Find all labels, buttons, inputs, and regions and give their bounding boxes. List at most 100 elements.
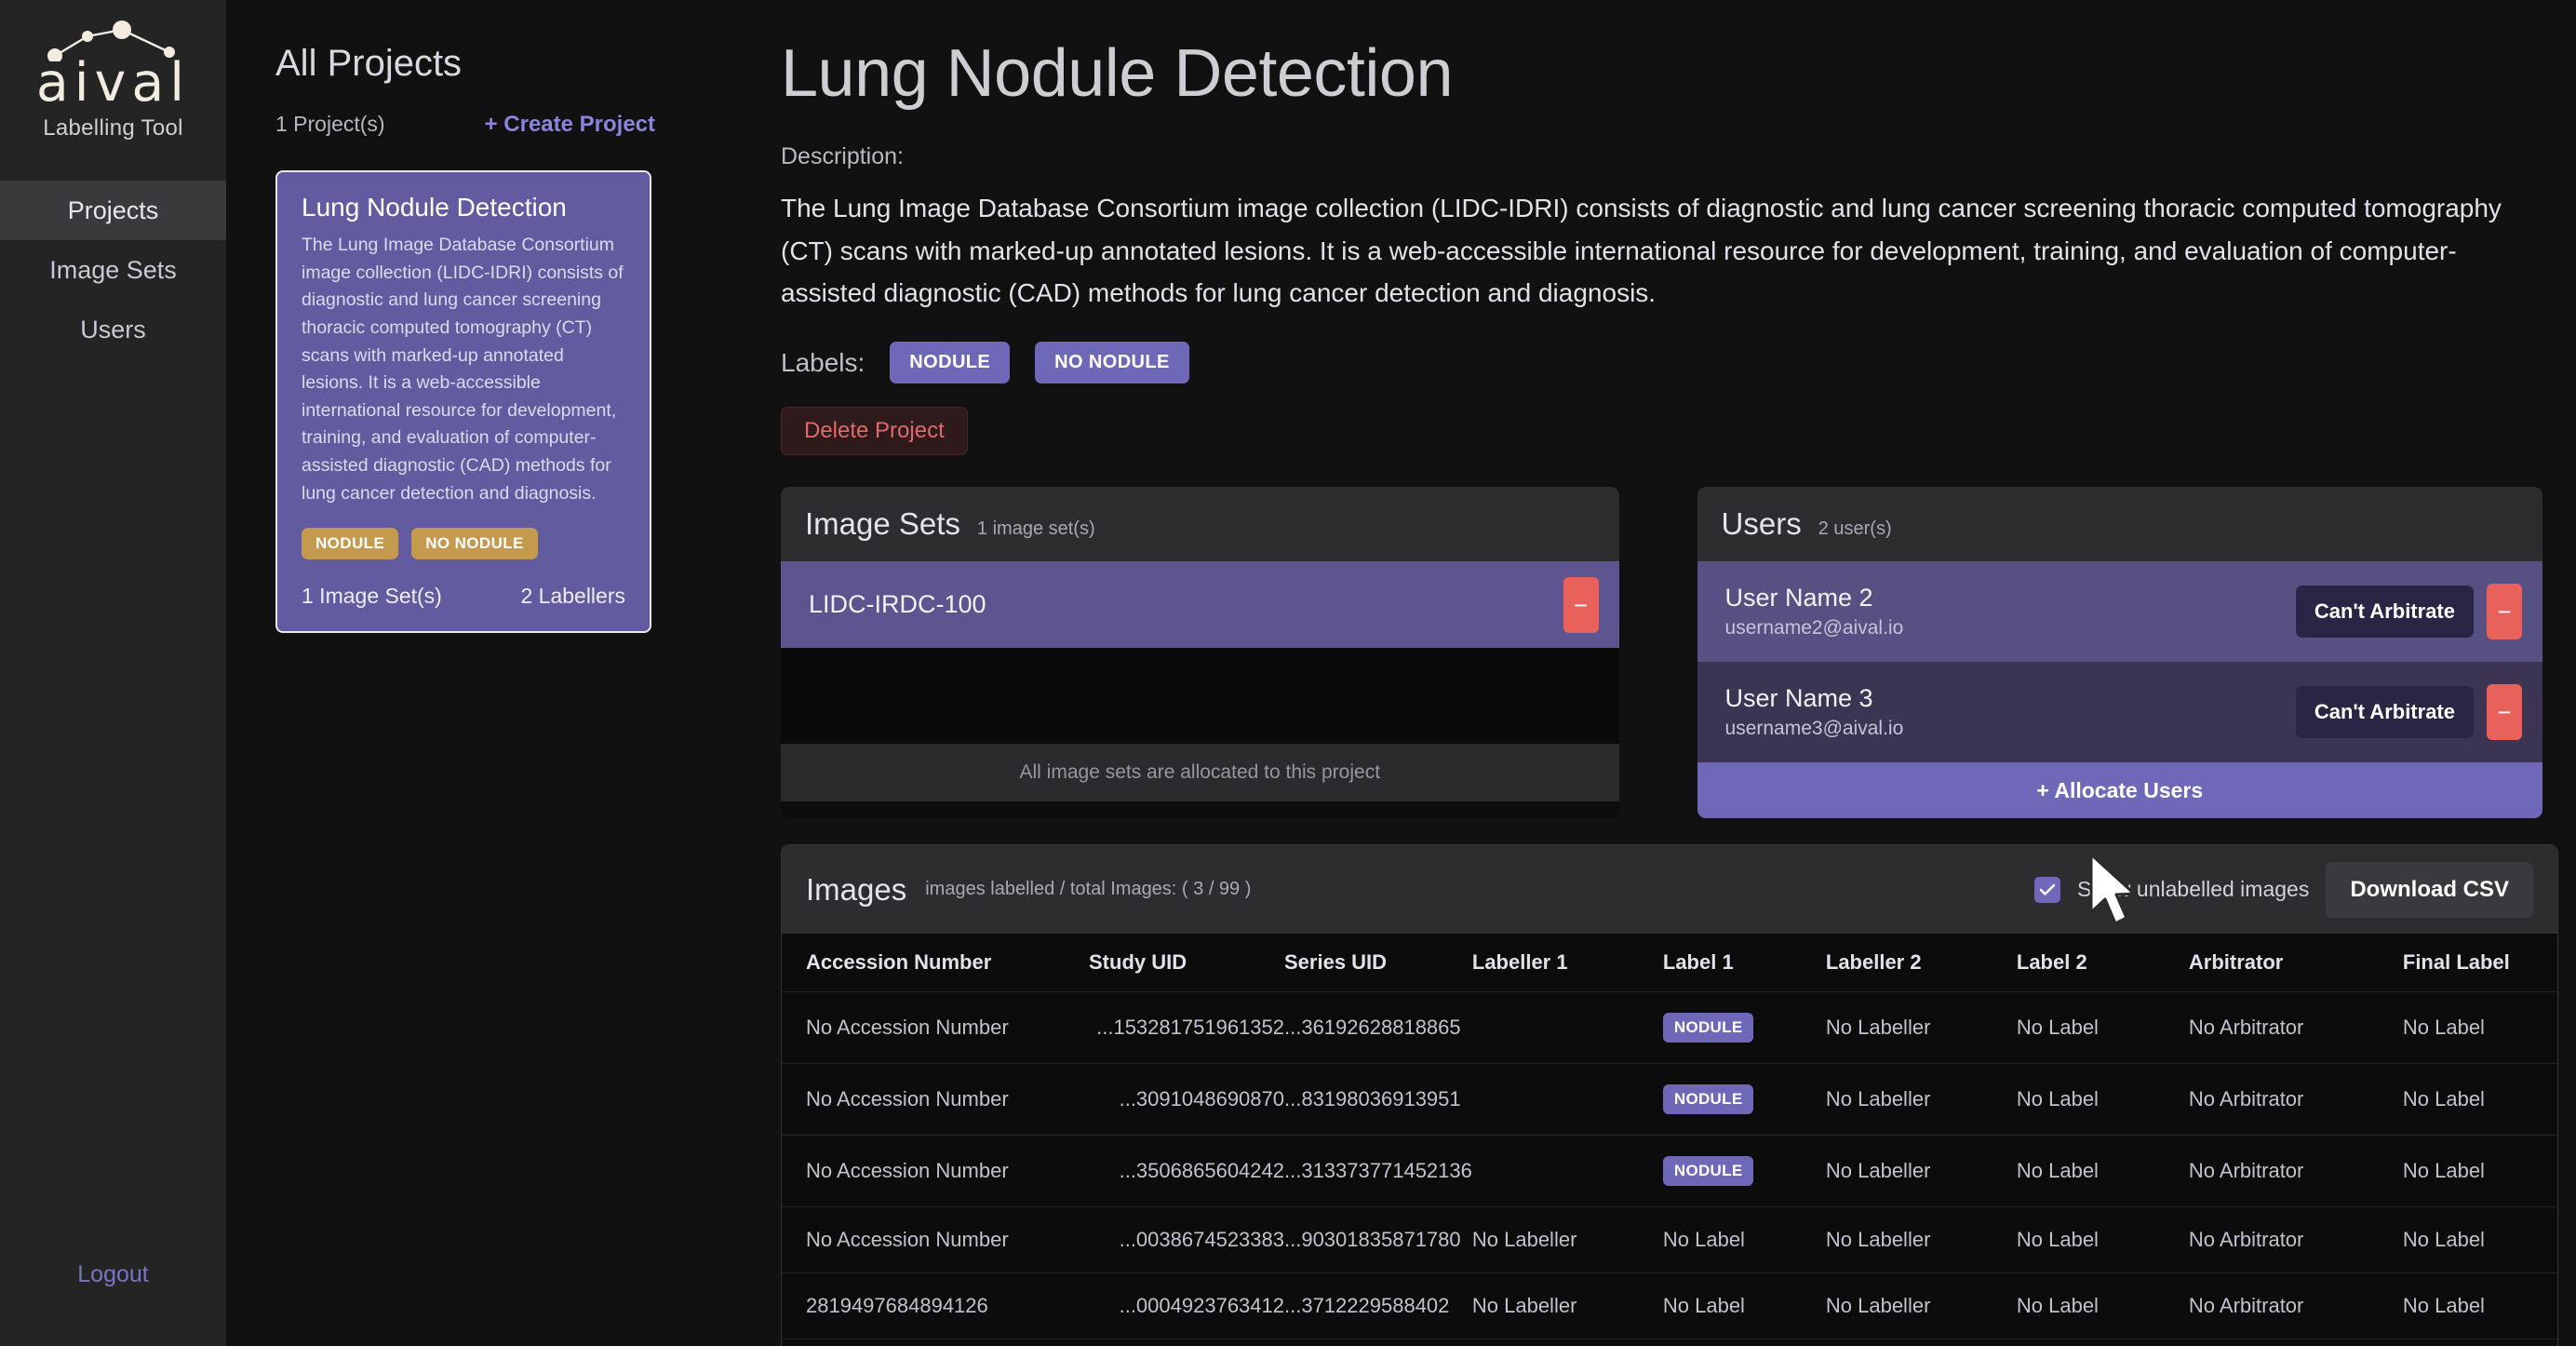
image-sets-panel-title: Image Sets	[805, 506, 960, 542]
column-study-uid[interactable]: Study UID	[1089, 934, 1284, 992]
cell-final-label: No Label	[2402, 991, 2557, 1064]
table-row[interactable]: No Accession Number ...0038674523383 ...…	[782, 1206, 2557, 1273]
label-chip-no-nodule[interactable]: NO NODULE	[1035, 342, 1189, 384]
arbitrate-toggle-button[interactable]: Can't Arbitrate	[2295, 586, 2474, 639]
image-sets-empty-area	[781, 648, 1619, 745]
project-card-description: The Lung Image Database Consortium image…	[302, 235, 624, 504]
delete-project-button[interactable]: Delete Project	[781, 407, 968, 456]
image-set-row[interactable]: LIDC-IRDC-100 −	[781, 561, 1619, 649]
column-label-2[interactable]: Label 2	[2016, 934, 2189, 992]
cell-final-label: No Label	[2402, 1206, 2557, 1273]
cell-series-uid: ...90301835871780	[1284, 1206, 1472, 1273]
table-row[interactable]: 2819497684894126 ...0004923763412 ...371…	[782, 1272, 2557, 1339]
cell-series-uid: ...36192628818865	[1284, 991, 1472, 1064]
images-header-controls: Show unlabelled images Download CSV	[2034, 861, 2533, 918]
cell-final-label: No Label	[2402, 1063, 2557, 1136]
cell-final-label: No Label	[2402, 1272, 2557, 1339]
cell-series-uid: ...83198036913951	[1284, 1063, 1472, 1136]
user-email: username2@aival.io	[1724, 617, 1904, 639]
user-actions: Can't Arbitrate −	[2295, 684, 2522, 741]
label-chip-nodule[interactable]: NODULE	[890, 342, 1011, 384]
logo-wordmark: aival	[35, 52, 191, 114]
images-panel: Images images labelled / total Images: (…	[781, 844, 2558, 1346]
image-sets-panel: Image Sets 1 image set(s) LIDC-IRDC-100 …	[781, 487, 1619, 819]
cell-label-1: No Label	[1662, 1206, 1826, 1273]
cell-labeller-1: No Labeller	[1471, 1206, 1663, 1273]
arbitrate-toggle-button[interactable]: Can't Arbitrate	[2295, 686, 2474, 739]
image-set-name: LIDC-IRDC-100	[809, 590, 986, 619]
cell-label-1: No Label	[1662, 1272, 1826, 1339]
remove-user-button[interactable]: −	[2487, 584, 2522, 640]
page-title: All Projects	[275, 43, 463, 84]
app-root: aival Labelling Tool Projects Image Sets…	[0, 0, 2576, 1346]
images-table: Accession Number Study UID Series UID La…	[782, 934, 2557, 1346]
column-label-1[interactable]: Label 1	[1662, 934, 1826, 992]
cell-arbitrator: No Arbitrator	[2188, 1272, 2403, 1339]
cell-accession-number: 2819497684894126	[782, 1272, 1089, 1339]
user-email: username3@aival.io	[1724, 718, 1904, 740]
user-row[interactable]: User Name 3 username3@aival.io Can't Arb…	[1697, 662, 2542, 763]
column-labeller-2[interactable]: Labeller 2	[1825, 934, 2017, 992]
cell-series-uid: ...6575045076919	[1284, 1339, 1472, 1346]
labels-label: Labels:	[781, 347, 865, 377]
projects-meta: 1 Project(s) + Create Project	[275, 112, 710, 138]
sidebar-item-users[interactable]: Users	[0, 300, 226, 359]
users-panel-title: Users	[1721, 506, 1802, 542]
download-csv-button[interactable]: Download CSV	[2326, 861, 2533, 918]
cell-series-uid: ...3712229588402	[1284, 1272, 1472, 1339]
show-unlabelled-checkbox[interactable]	[2034, 876, 2060, 903]
images-table-body: No Accession Number ...153281751961352 .…	[782, 991, 2557, 1346]
project-card-imagesets-count: 1 Image Set(s)	[302, 584, 442, 609]
cell-label-1: NODULE	[1662, 991, 1826, 1064]
cell-accession-number: No Accession Number	[782, 1339, 1089, 1346]
cell-label-2: No Label	[2016, 991, 2189, 1064]
label-badge-nodule: NODULE	[302, 528, 399, 560]
remove-image-set-button[interactable]: −	[1563, 576, 1599, 633]
main-content: Lung Nodule Detection Description: The L…	[747, 0, 2576, 1346]
users-panel-header: Users 2 user(s)	[1697, 487, 2542, 562]
cell-labeller-2: No Labeller	[1825, 1206, 2017, 1273]
column-arbitrator[interactable]: Arbitrator	[2188, 934, 2403, 992]
image-sets-panel-header: Image Sets 1 image set(s)	[781, 487, 1619, 562]
cell-label-2: No Label	[2016, 1135, 2189, 1207]
sidebar-item-label: Image Sets	[49, 255, 177, 284]
user-row[interactable]: User Name 2 username2@aival.io Can't Arb…	[1697, 561, 2542, 663]
table-row[interactable]: No Accession Number ...6340818362827 ...…	[782, 1339, 2557, 1346]
sidebar-item-label: Projects	[67, 195, 159, 224]
cell-labeller-1	[1471, 1063, 1663, 1136]
logout-link[interactable]: Logout	[0, 1261, 226, 1288]
sidebar-item-label: Users	[80, 315, 146, 343]
cell-arbitrator: No Arbitrator	[2188, 1206, 2403, 1273]
cell-accession-number: No Accession Number	[782, 991, 1089, 1064]
cell-accession-number: No Accession Number	[782, 1206, 1089, 1273]
cell-study-uid: ...0004923763412	[1089, 1272, 1284, 1339]
table-row[interactable]: No Accession Number ...3091048690870 ...…	[782, 1063, 2557, 1136]
column-labeller-1[interactable]: Labeller 1	[1471, 934, 1663, 992]
label-badge: NODULE	[1662, 1084, 1754, 1115]
cell-accession-number: No Accession Number	[782, 1135, 1089, 1207]
sidebar: aival Labelling Tool Projects Image Sets…	[0, 0, 226, 1346]
project-card[interactable]: Lung Nodule Detection The Lung Image Dat…	[275, 170, 651, 634]
projects-count: 1 Project(s)	[275, 112, 385, 136]
column-accession-number[interactable]: Accession Number	[782, 934, 1089, 992]
column-series-uid[interactable]: Series UID	[1284, 934, 1472, 992]
table-row[interactable]: No Accession Number ...3506865604242 ...…	[782, 1135, 2557, 1207]
create-project-button[interactable]: + Create Project	[485, 112, 655, 138]
cell-labeller-1	[1471, 991, 1663, 1064]
sidebar-item-projects[interactable]: Projects	[0, 181, 226, 241]
cell-labeller-1: No Labeller	[1471, 1339, 1663, 1346]
cell-study-uid: ...6340818362827	[1089, 1339, 1284, 1346]
check-icon	[2039, 883, 2056, 895]
images-panel-header: Images images labelled / total Images: (…	[782, 845, 2557, 935]
project-card-footer: 1 Image Set(s) 2 Labellers	[302, 584, 625, 609]
project-card-labellers-count: 2 Labellers	[520, 584, 625, 609]
cell-study-uid: ...3506865604242	[1089, 1135, 1284, 1207]
sidebar-item-image-sets[interactable]: Image Sets	[0, 240, 226, 300]
cell-labeller-2: No Labeller	[1825, 991, 2017, 1064]
remove-user-button[interactable]: −	[2487, 684, 2522, 741]
column-final-label[interactable]: Final Label	[2402, 934, 2557, 992]
cell-final-label: No Label	[2402, 1135, 2557, 1207]
cell-arbitrator: No Arbitrator	[2188, 991, 2403, 1064]
table-row[interactable]: No Accession Number ...153281751961352 .…	[782, 991, 2557, 1064]
allocate-users-button[interactable]: + Allocate Users	[1697, 762, 2542, 819]
